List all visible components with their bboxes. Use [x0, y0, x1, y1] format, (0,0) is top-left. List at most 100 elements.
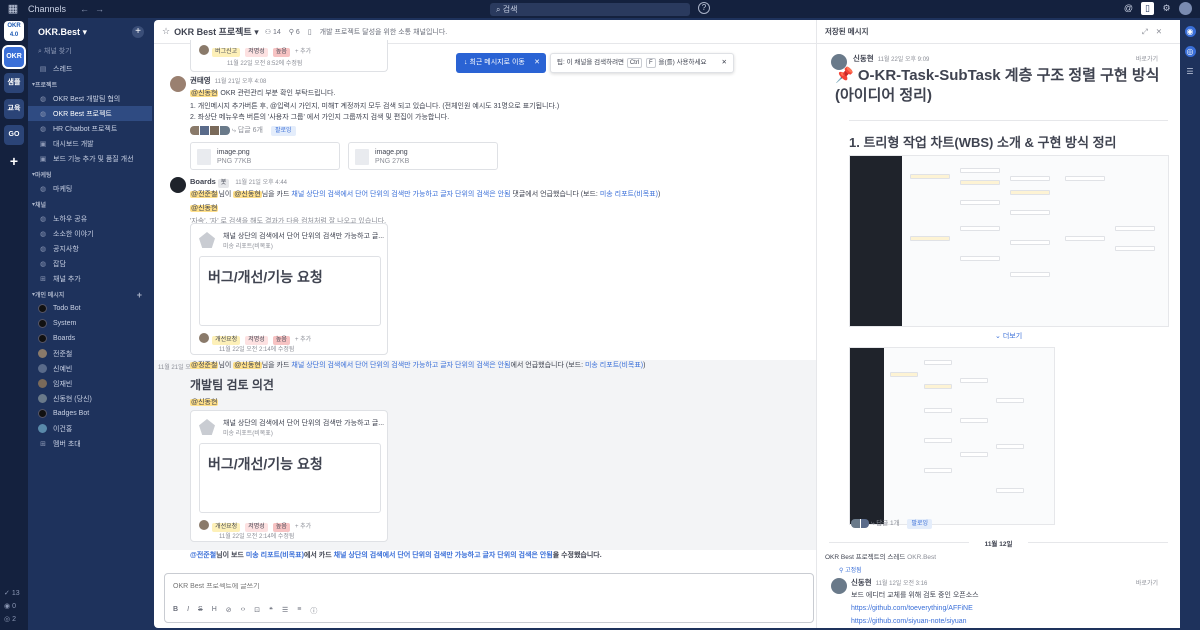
sidebar-item-dm[interactable]: 전준철: [28, 346, 152, 361]
sidebar-item-dm[interactable]: Badges Bot: [28, 406, 152, 421]
post-username[interactable]: 신동현: [853, 54, 874, 63]
expand-icon[interactable]: ⤢: [1142, 27, 1156, 36]
sidebar-item-channel[interactable]: ◍ 소소한 이야기: [28, 226, 152, 241]
board-link[interactable]: 미송 리포트(비목표): [246, 552, 304, 559]
product-menu-icon[interactable]: ▦: [6, 2, 20, 16]
add-channel-button[interactable]: +: [132, 26, 144, 38]
app-icon-list[interactable]: ☰: [1185, 66, 1196, 77]
post-time[interactable]: 11월 21일 오: [158, 362, 191, 371]
team-okr[interactable]: OKR: [4, 47, 24, 67]
numbered-list-icon[interactable]: ≡: [297, 606, 301, 616]
global-search[interactable]: ⌕ 검색: [490, 3, 690, 16]
show-more-link[interactable]: ⌄ 더보기: [995, 331, 1022, 341]
mention[interactable]: @전준철: [190, 552, 216, 559]
board-card-preview[interactable]: 채널 상단의 검색에서 단어 단위의 검색만 가능하고 글... 미송 리포트(…: [190, 223, 388, 355]
app-icon-boards[interactable]: ◎: [1184, 46, 1196, 57]
help-icon[interactable]: ?: [698, 2, 710, 14]
app-icon-playbooks[interactable]: ◉: [1184, 26, 1196, 37]
mention[interactable]: @신동현: [233, 191, 262, 198]
mentions-icon[interactable]: @: [1122, 2, 1135, 15]
card-link[interactable]: 채널 상단의 검색에서 단어 단위의 검색만 가능하고 글자 단위의 검색은 안…: [291, 191, 510, 198]
link-icon[interactable]: ⊘: [226, 606, 232, 616]
sidebar-item-channel[interactable]: ◍ 잡담: [28, 256, 152, 271]
wbs-screenshot-1[interactable]: [849, 155, 1169, 327]
board-card-preview[interactable]: 채널 상단의 검색에서 단어 단위의 검색만 가능하고 글... 미송 리포트(…: [190, 410, 388, 542]
category-marketing[interactable]: ▾ 마케팅: [28, 168, 152, 181]
url-link[interactable]: https://github.com/toeverything/AFFiNE: [851, 603, 979, 614]
team-go[interactable]: GO: [4, 125, 24, 145]
team-okr40[interactable]: OKR 4.0: [4, 21, 24, 41]
team-header[interactable]: OKR.Best ▾ +: [28, 24, 152, 40]
sidebar-item-dm[interactable]: 신동현 (당신): [28, 391, 152, 406]
team-education[interactable]: 교육: [4, 99, 24, 119]
jump-to-recent-toast[interactable]: ↓ 최근 메시지로 이동 ✕: [456, 53, 546, 73]
wbs-screenshot-2[interactable]: [849, 347, 1055, 525]
post-username[interactable]: 신동현: [851, 578, 872, 587]
post-time[interactable]: 11월 21일 오후 4:44: [235, 180, 287, 186]
board-link[interactable]: 미송 리포트(비목표): [585, 362, 643, 369]
mention[interactable]: @신동현: [190, 399, 219, 406]
sidebar-item-channel[interactable]: ◍ 공지사항: [28, 241, 152, 256]
sidebar-item-channel[interactable]: ◍ 노하우 공유: [28, 211, 152, 226]
add-team-button[interactable]: +: [4, 151, 24, 171]
jump-link[interactable]: 바로가기: [1136, 578, 1158, 587]
sidebar-item-channel[interactable]: ▣ 대시보드 개발: [28, 136, 152, 151]
mention[interactable]: @정준철: [190, 362, 219, 369]
close-icon[interactable]: ✕: [722, 54, 727, 72]
post-time[interactable]: 11월 21일 오후 4:08: [215, 79, 267, 85]
follow-button[interactable]: 팔로잉: [270, 126, 296, 136]
history-arrows[interactable]: ←→: [80, 4, 110, 14]
sidebar-item-dm[interactable]: 이건홍: [28, 421, 152, 436]
sidebar-item-dm[interactable]: Todo Bot: [28, 301, 152, 316]
italic-icon[interactable]: I: [187, 606, 189, 616]
url-link[interactable]: https://github.com/siyuan-note/siyuan: [851, 616, 979, 627]
team-name[interactable]: OKR.Best ▾: [38, 27, 132, 38]
add-dm-button[interactable]: +: [137, 290, 142, 300]
mention[interactable]: @전준철: [190, 191, 219, 198]
sidebar-item-channel-active[interactable]: ◍ OKR Best 프로젝트: [28, 106, 152, 121]
sidebar-item-channel[interactable]: ◍ 마케팅: [28, 181, 152, 196]
bold-icon[interactable]: B: [173, 606, 178, 616]
board-link[interactable]: 미송 리포트(비목표): [600, 191, 658, 198]
user-avatar[interactable]: [1179, 2, 1192, 15]
bot-avatar[interactable]: [170, 177, 186, 193]
close-icon[interactable]: ✕: [534, 53, 540, 73]
sidebar-item-dm[interactable]: Boards: [28, 331, 152, 346]
post-time[interactable]: 11월 22일 오후 9:09: [878, 57, 930, 63]
code-block-icon[interactable]: ⊡: [254, 606, 260, 616]
avatar[interactable]: [831, 578, 847, 594]
saved-messages-icon[interactable]: ▯: [1141, 2, 1154, 15]
info-icon[interactable]: ⓘ: [310, 606, 317, 616]
mention[interactable]: @신동현: [190, 205, 219, 212]
post-username[interactable]: 권태영: [190, 76, 211, 85]
sidebar-item-channel[interactable]: ▣ 보드 기능 추가 및 품질 개선: [28, 151, 152, 166]
pinned-count[interactable]: ⚲ 6: [289, 28, 300, 36]
category-channel[interactable]: ▾ 채널: [28, 198, 152, 211]
avatar[interactable]: [170, 76, 186, 92]
channel-name[interactable]: OKR Best 프로젝트 ▾: [174, 25, 259, 38]
find-channel[interactable]: ⌕ 채널 찾기: [38, 46, 144, 57]
sidebar-item-add-channel[interactable]: ⊞ 채널 추가: [28, 271, 152, 286]
mention[interactable]: @신동현: [190, 90, 219, 97]
mention[interactable]: @신동현: [233, 362, 262, 369]
jump-link[interactable]: 바로가기: [1136, 54, 1158, 63]
card-link[interactable]: 채널 상단의 검색에서 단어 단위의 검색만 가능하고 글자 단위의 검색은 안…: [334, 552, 553, 559]
sidebar-item-dm[interactable]: 신예빈: [28, 361, 152, 376]
sidebar-item-dm[interactable]: 임재빈: [28, 376, 152, 391]
add-property[interactable]: + 추가: [295, 337, 311, 343]
sidebar-item-channel[interactable]: ◍ HR Chatbot 프로젝트: [28, 121, 152, 136]
post-username[interactable]: Boards: [190, 177, 216, 186]
sidebar-item-dm[interactable]: System: [28, 316, 152, 331]
code-icon[interactable]: ‹›: [241, 606, 246, 616]
quote-icon[interactable]: ❝: [269, 606, 273, 616]
card-link[interactable]: 채널 상단의 검색에서 단어 단위의 검색만 가능하고 글자 단위의 검색은 안…: [291, 362, 510, 369]
reply-count[interactable]: ⤷ 답글 1개: [871, 520, 900, 527]
heading-icon[interactable]: H: [212, 606, 217, 616]
reply-count[interactable]: ⤷ 답글 6개: [232, 127, 263, 134]
add-property[interactable]: + 추가: [295, 49, 311, 55]
thread-context[interactable]: OKR Best 프로젝트의 스레드 OKR.Best: [825, 551, 936, 561]
category-dm[interactable]: ▾ 개인 메시지 +: [28, 288, 152, 301]
add-property[interactable]: + 추가: [295, 524, 311, 530]
sidebar-item-channel[interactable]: ◍ OKR Best 개발팀 협의: [28, 91, 152, 106]
category-project[interactable]: ▾ 프로젝트: [28, 78, 152, 91]
